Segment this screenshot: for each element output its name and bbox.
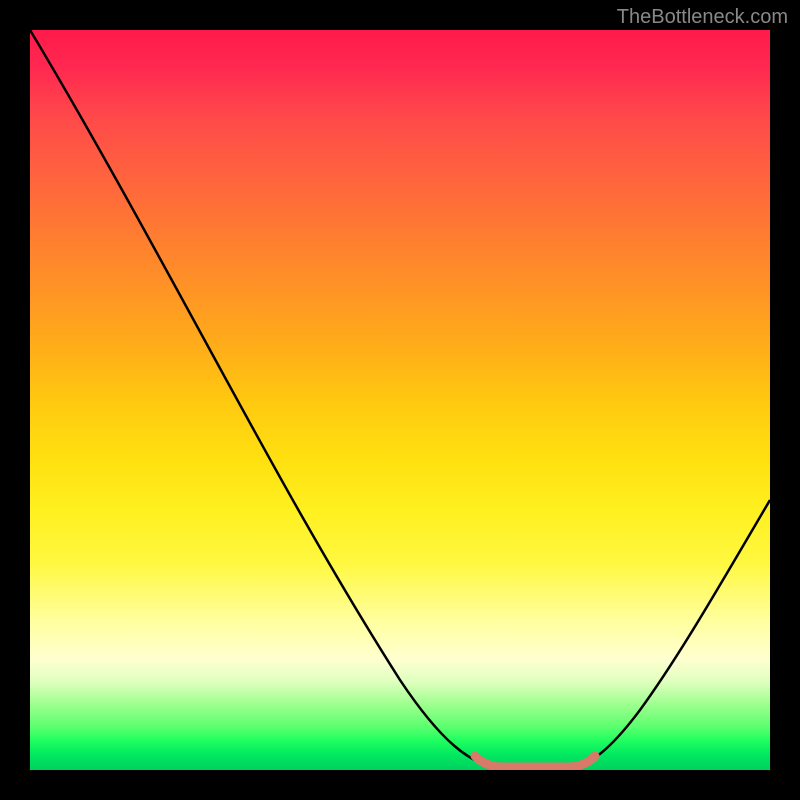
curve-svg [30,30,770,770]
watermark-text: TheBottleneck.com [617,6,788,29]
bottleneck-curve-path [30,30,770,768]
optimal-range-marker [475,756,595,767]
chart-area [30,30,770,770]
